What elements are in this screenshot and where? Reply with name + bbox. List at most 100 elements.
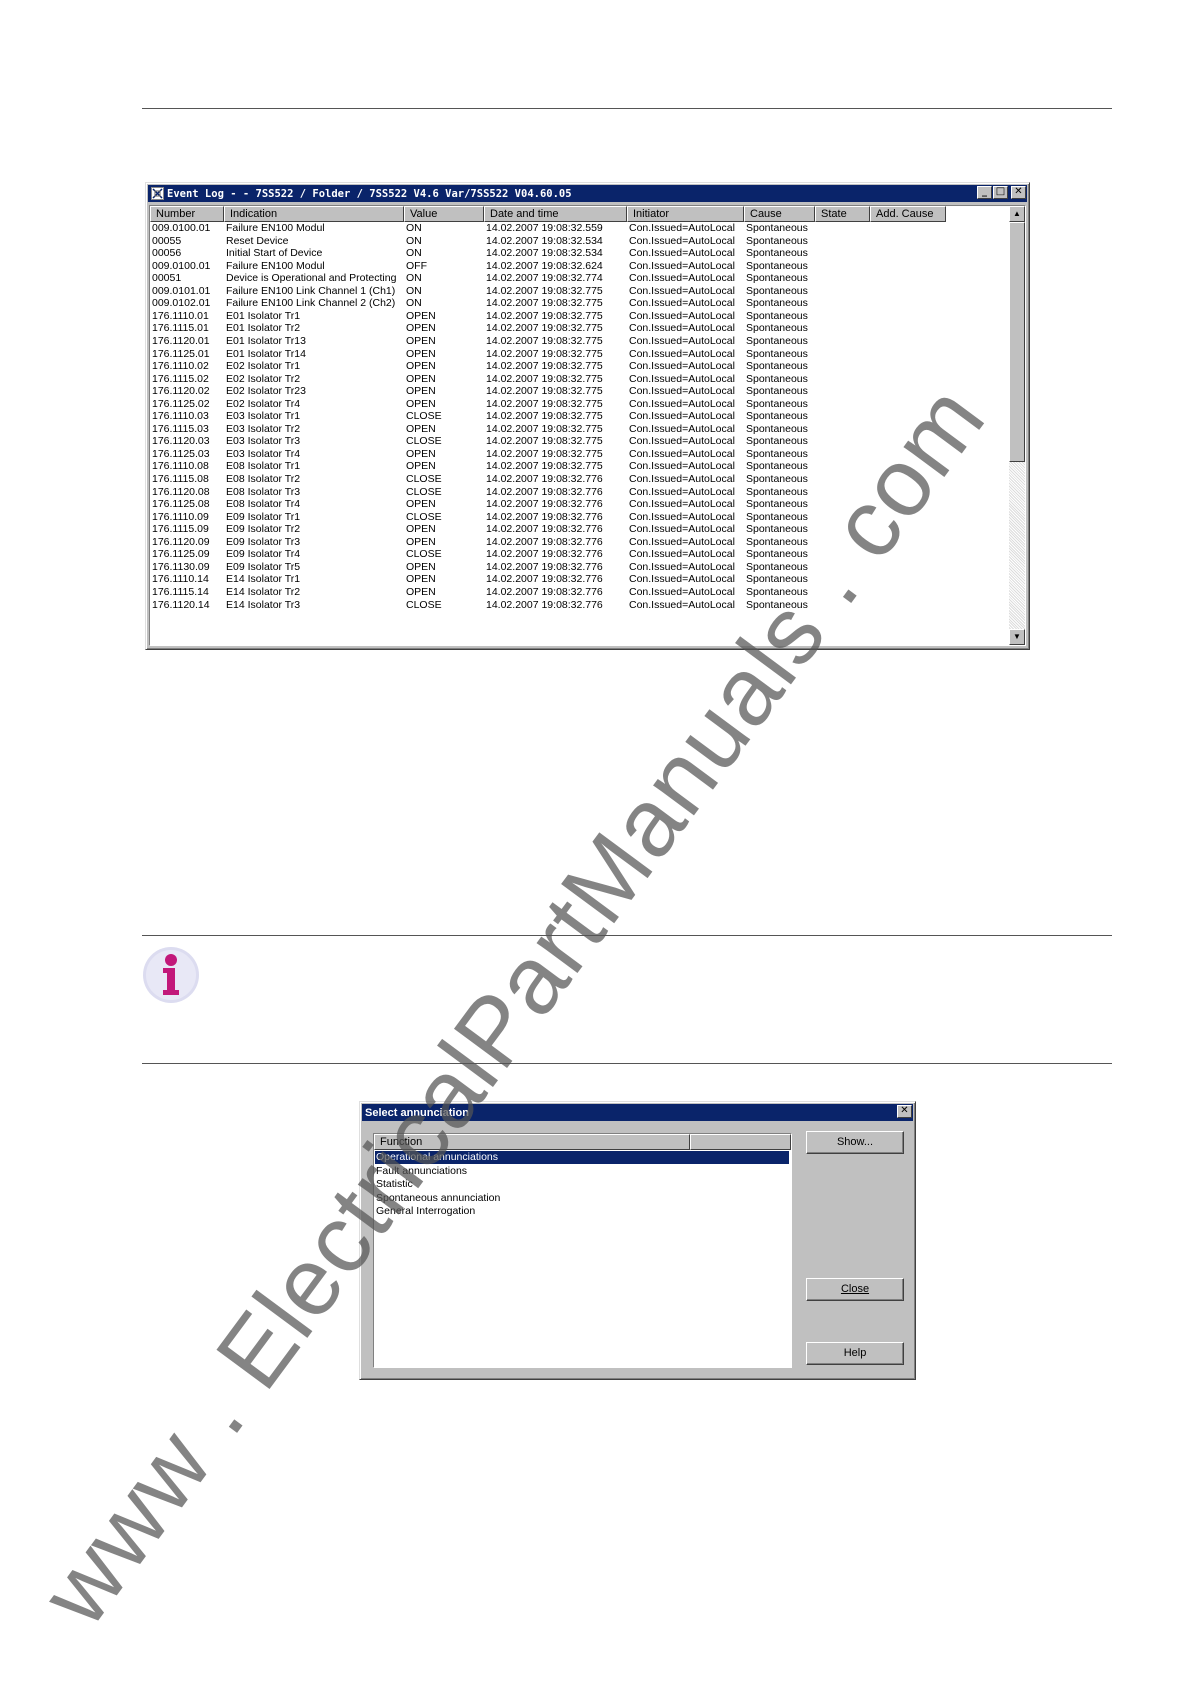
table-row[interactable]: 176.1125.01 E01 Isolator Tr14 OPEN 14.02.20…	[150, 348, 1010, 361]
cell-initiator: Con.Issued=AutoLocal	[629, 247, 735, 260]
cell-date-time: 14.02.2007 19:08:32.776	[486, 473, 603, 485]
cell-date-time: 14.02.2007 19:08:32.775	[486, 460, 603, 473]
table-row[interactable]: 176.1120.02 E02 Isolator Tr23 OPEN 14.02.20…	[150, 385, 1010, 398]
column-header-add-cause[interactable]: Add. Cause	[870, 206, 946, 222]
maximize-icon: □	[995, 186, 1006, 197]
column-header-number[interactable]: Number	[150, 206, 224, 222]
cell-number: 176.1115.03	[152, 422, 209, 435]
column-header-value[interactable]: Value	[404, 206, 484, 222]
cell-value: OPEN	[406, 585, 436, 598]
table-row[interactable]: 009.0100.01 Failure EN100 Modul OFF 14.02.2…	[150, 260, 1010, 273]
cell-value: OPEN	[406, 560, 436, 573]
cell-date-time: 14.02.2007 19:08:32.776	[486, 510, 603, 523]
cell-initiator: Con.Issued=AutoLocal	[629, 585, 735, 598]
event-log-scrollbar[interactable]: ▲ ▼	[1009, 206, 1025, 645]
column-header-cause[interactable]: Cause	[744, 206, 815, 222]
help-button[interactable]: Help	[806, 1342, 904, 1365]
cell-cause: Spontaneous	[746, 247, 808, 260]
column-header-state[interactable]: State	[815, 206, 870, 222]
blank-column-header[interactable]	[690, 1134, 791, 1150]
cell-number: 176.1125.03	[152, 447, 210, 460]
cell-indication: E09 Isolator Tr4	[226, 548, 301, 561]
table-row[interactable]: 00051 Device is Operational and Protectin…	[150, 272, 1010, 285]
cell-cause: Spontaneous	[746, 397, 808, 410]
cell-indication: E01 Isolator Tr2	[226, 322, 301, 335]
cell-indication: E08 Isolator Tr3	[226, 485, 301, 498]
column-header-indication[interactable]: Indication	[224, 206, 404, 222]
show-button[interactable]: Show...	[806, 1131, 904, 1154]
table-row[interactable]: 176.1110.02 E02 Isolator Tr1 OPEN 14.02.200…	[150, 360, 1010, 373]
cell-date-time: 14.02.2007 19:08:32.776	[486, 523, 603, 536]
cell-indication: E09 Isolator Tr3	[226, 535, 301, 548]
minimize-icon: _	[982, 186, 987, 197]
cell-value: OPEN	[406, 535, 436, 548]
cell-cause: Spontaneous	[746, 360, 808, 373]
cell-value: ON	[406, 272, 422, 285]
cell-date-time: 14.02.2007 19:08:32.559	[486, 222, 603, 234]
table-row[interactable]: 176.1110.01 E01 Isolator Tr1 OPEN 14.02.200…	[150, 310, 1010, 323]
cell-date-time: 14.02.2007 19:08:32.775	[486, 385, 603, 398]
top-rule	[142, 108, 1112, 109]
cell-indication: E03 Isolator Tr2	[226, 422, 301, 435]
cell-initiator: Con.Issued=AutoLocal	[629, 460, 735, 473]
cell-initiator: Con.Issued=AutoLocal	[629, 535, 735, 548]
close-icon: ✕	[900, 1105, 909, 1116]
table-row[interactable]: 176.1125.02 E02 Isolator Tr4 OPEN 14.02.200…	[150, 398, 1010, 411]
event-log-titlebar[interactable]: Event Log - - 7SS522 / Folder / 7SS522 V…	[148, 185, 1027, 202]
cell-date-time: 14.02.2007 19:08:32.776	[486, 573, 603, 586]
cell-number: 176.1115.02	[152, 372, 209, 385]
table-row[interactable]: 176.1115.01 E01 Isolator Tr2 OPEN 14.02.200…	[150, 322, 1010, 335]
cell-cause: Spontaneous	[746, 309, 808, 322]
cell-cause: Spontaneous	[746, 410, 808, 423]
cell-value: OPEN	[406, 347, 436, 360]
cell-initiator: Con.Issued=AutoLocal	[629, 573, 735, 586]
cell-cause: Spontaneous	[746, 485, 808, 498]
dialog-close-button[interactable]: ✕	[897, 1105, 912, 1118]
cell-date-time: 14.02.2007 19:08:32.776	[486, 560, 603, 573]
cell-date-time: 14.02.2007 19:08:32.776	[486, 598, 603, 611]
column-header-initiator[interactable]: Initiator	[627, 206, 744, 222]
scroll-down-button[interactable]: ▼	[1009, 629, 1025, 645]
cell-initiator: Con.Issued=AutoLocal	[629, 397, 735, 410]
cell-number: 00055	[152, 234, 182, 247]
cell-indication: E08 Isolator Tr4	[226, 498, 301, 511]
cell-indication: E09 Isolator Tr5	[226, 560, 301, 573]
maximize-button[interactable]: □	[993, 186, 1008, 199]
cell-cause: Spontaneous	[746, 385, 808, 398]
cell-number: 176.1110.03	[152, 410, 209, 423]
cell-initiator: Con.Issued=AutoLocal	[629, 410, 735, 423]
cell-number: 176.1110.08	[152, 460, 209, 473]
cell-initiator: Con.Issued=AutoLocal	[629, 548, 735, 561]
cell-date-time: 14.02.2007 19:08:32.776	[486, 548, 603, 561]
table-row[interactable]: 176.1120.01 E01 Isolator Tr13 OPEN 14.02.20…	[150, 335, 1010, 348]
table-row[interactable]: 00055 Reset Device ON 14.02.2007 19:08:32.5…	[150, 235, 1010, 248]
cell-value: ON	[406, 297, 422, 310]
cell-cause: Spontaneous	[746, 222, 808, 234]
cell-initiator: Con.Issued=AutoLocal	[629, 334, 735, 347]
cell-number: 176.1110.02	[152, 360, 209, 373]
column-header-date-and-time[interactable]: Date and time	[484, 206, 627, 222]
table-row[interactable]: 009.0102.01 Failure EN100 Link Channel 2 …	[150, 297, 1010, 310]
cell-number: 009.0100.01	[152, 259, 211, 272]
table-row[interactable]: 009.0101.01 Failure EN100 Link Channel 1 …	[150, 285, 1010, 298]
close-window-button[interactable]: ✕	[1011, 186, 1026, 199]
cell-date-time: 14.02.2007 19:08:32.534	[486, 234, 603, 247]
cell-indication: Reset Device	[226, 234, 289, 247]
scroll-thumb[interactable]	[1009, 222, 1025, 462]
table-row[interactable]: 00056 Initial Start of Device ON 14.02.2007…	[150, 247, 1010, 260]
cell-value: CLOSE	[406, 473, 442, 485]
cell-indication: Failure EN100 Link Channel 1 (Ch1)	[226, 284, 396, 297]
cell-date-time: 14.02.2007 19:08:32.775	[486, 297, 603, 310]
table-row[interactable]: 009.0100.01 Failure EN100 Modul ON 14.02.20…	[150, 222, 1010, 235]
scroll-up-button[interactable]: ▲	[1009, 206, 1025, 222]
cell-initiator: Con.Issued=AutoLocal	[629, 297, 735, 310]
close-button[interactable]: Close	[806, 1278, 904, 1301]
cell-cause: Spontaneous	[746, 372, 808, 385]
cell-indication: E02 Isolator Tr4	[226, 397, 301, 410]
minimize-button[interactable]: _	[977, 186, 992, 199]
cell-value: OPEN	[406, 385, 436, 398]
table-row[interactable]: 176.1115.02 E02 Isolator Tr2 OPEN 14.02.200…	[150, 373, 1010, 386]
cell-number: 176.1130.09	[152, 560, 210, 573]
cell-cause: Spontaneous	[746, 322, 808, 335]
cell-number: 176.1110.01	[152, 309, 209, 322]
